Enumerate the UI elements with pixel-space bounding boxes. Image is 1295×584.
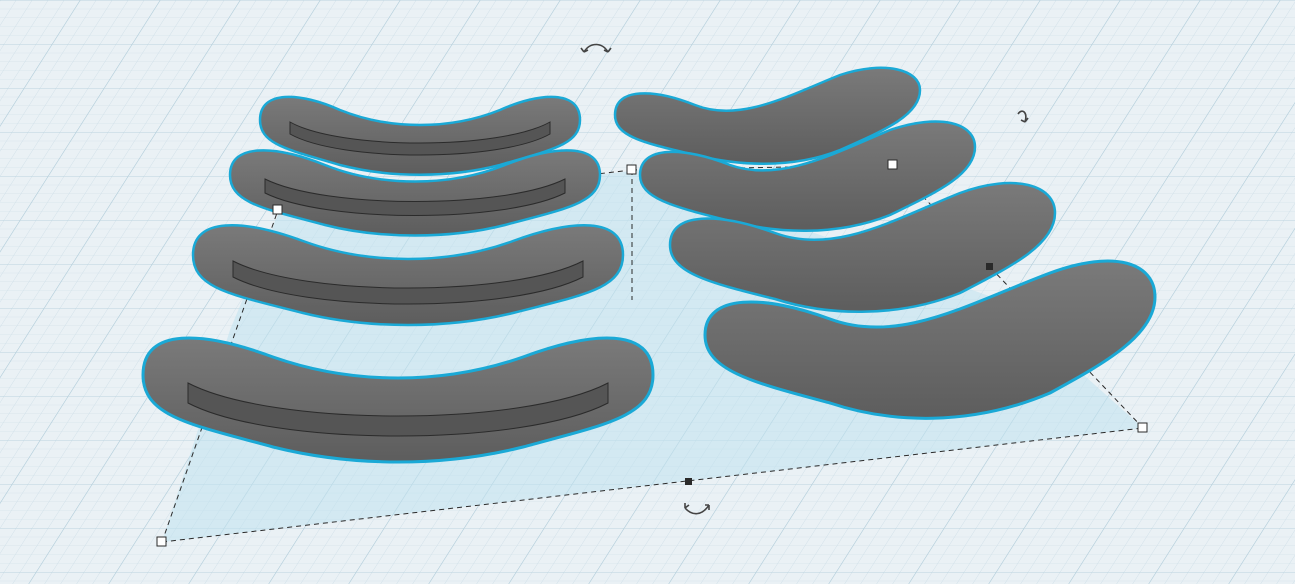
top-right-handle[interactable] — [887, 159, 898, 170]
bottom-mid-handle[interactable] — [685, 478, 692, 485]
top-left-handle[interactable] — [272, 204, 283, 215]
bottom-right-handle[interactable] — [1137, 422, 1148, 433]
right-mid-handle[interactable] — [986, 263, 993, 270]
workplane-canvas[interactable] — [0, 0, 1295, 584]
workplane-viewport[interactable] — [0, 0, 1295, 584]
left-mid-handle[interactable] — [626, 164, 637, 175]
bottom-left-handle[interactable] — [156, 536, 167, 547]
